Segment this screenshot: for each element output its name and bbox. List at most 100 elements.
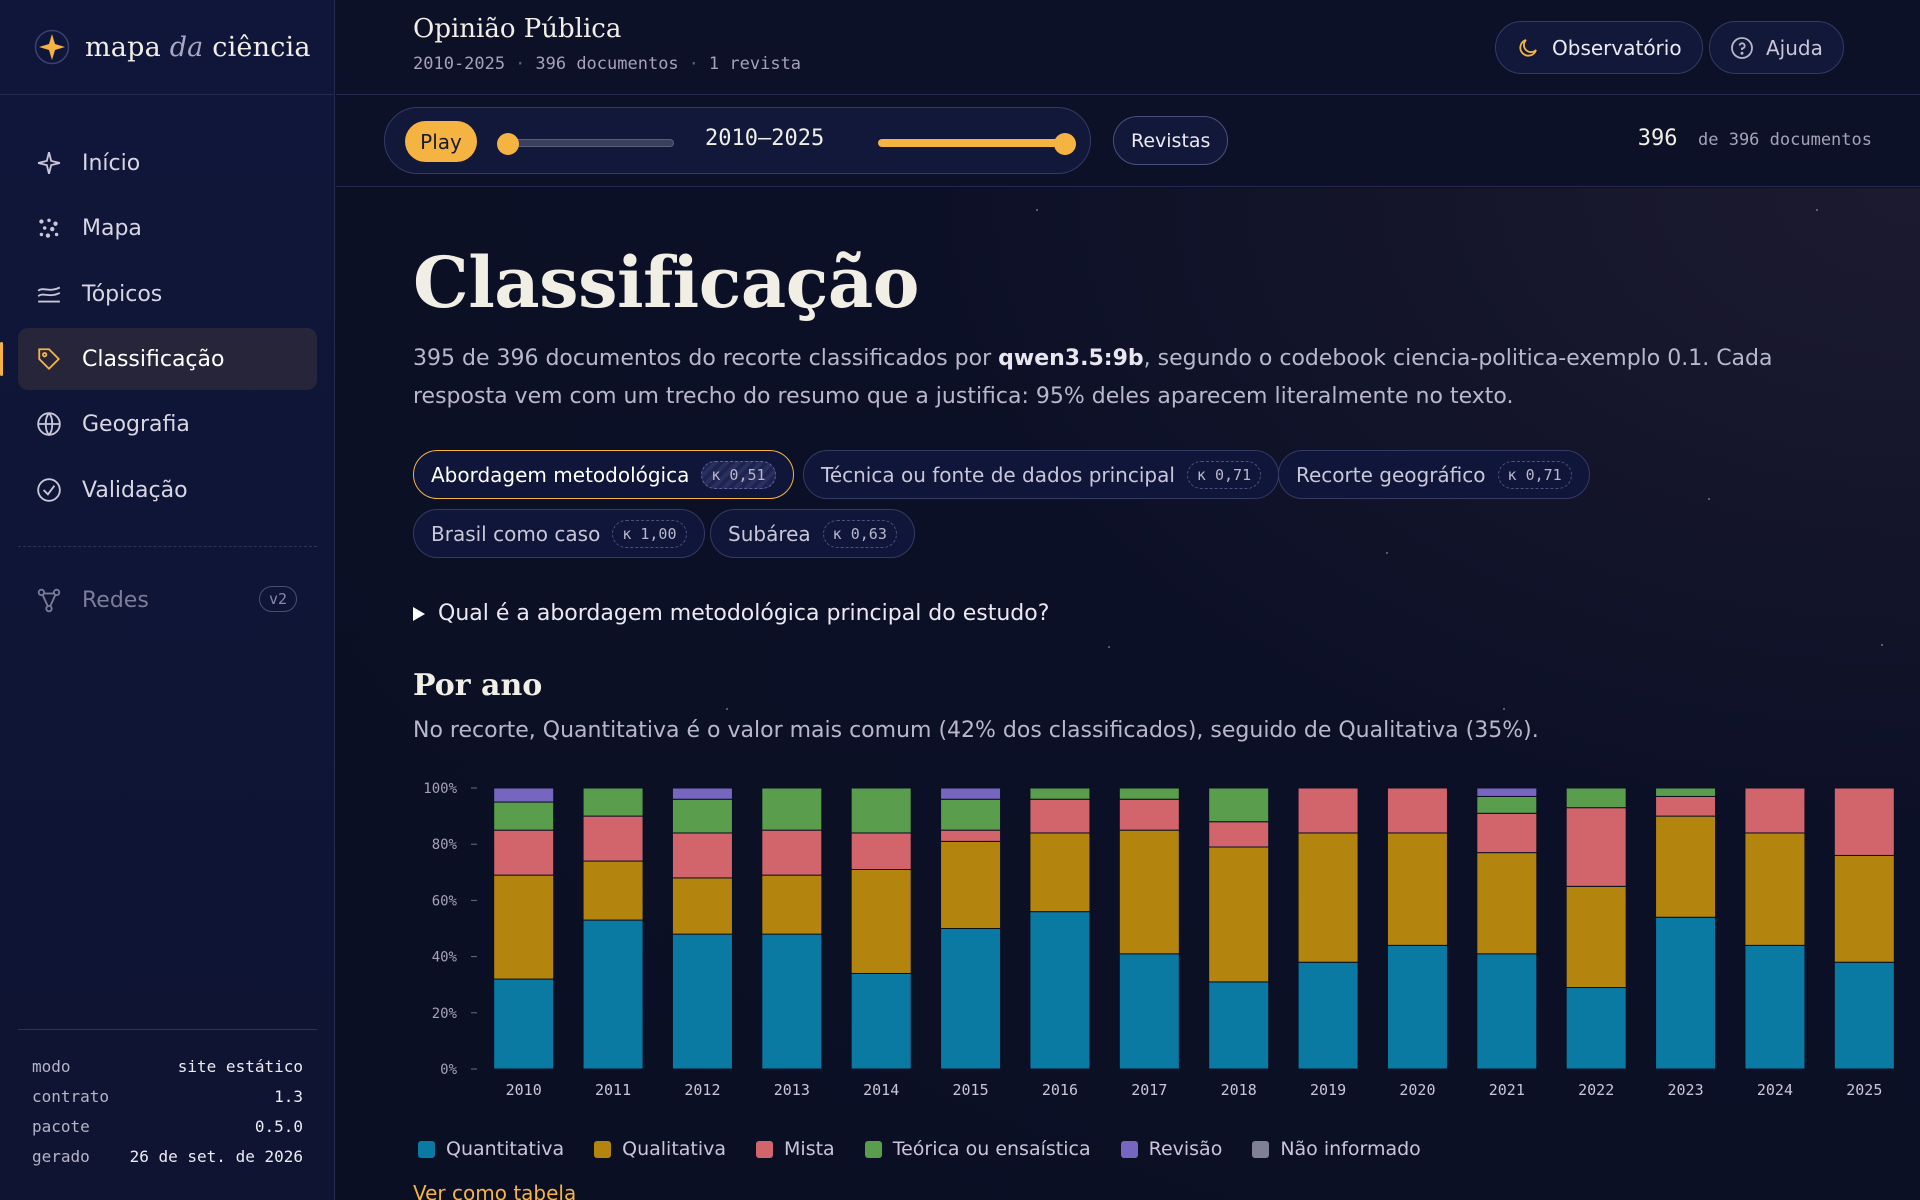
disclosure-triangle-icon — [413, 606, 425, 621]
kappa-badge: κ 1,00 — [612, 519, 687, 548]
chip-brasil-como-caso[interactable]: Brasil como caso κ 1,00 — [413, 509, 705, 558]
bar-segment — [671, 877, 733, 935]
bar-segment — [850, 868, 912, 974]
legend-swatch — [418, 1140, 435, 1158]
network-icon — [37, 588, 61, 613]
legend-label: Qualitativa — [622, 1138, 727, 1160]
sidebar-item-label: Geografia — [82, 411, 190, 437]
range-track-inactive[interactable] — [504, 139, 674, 147]
sidebar-divider — [18, 546, 317, 547]
bar-segment — [1565, 787, 1627, 809]
legend-swatch — [1120, 1140, 1138, 1158]
x-tick-label: 2011 — [595, 1081, 631, 1099]
check-circle-icon — [37, 478, 61, 502]
bar-segment — [1744, 944, 1806, 1070]
x-tick-label: 2020 — [1399, 1081, 1435, 1099]
meta-row: gerado 26 de set. de 2026 — [32, 1147, 303, 1166]
kappa-badge: κ 0,63 — [822, 519, 897, 548]
legend-swatch — [594, 1140, 612, 1158]
x-tick-label: 2021 — [1489, 1081, 1525, 1099]
bar-segment — [582, 815, 644, 862]
star-decoration — [1816, 209, 1818, 211]
y-tick-label: 100% — [423, 781, 457, 797]
legend-item: Revisão — [1120, 1138, 1222, 1160]
bar-segment — [1655, 787, 1717, 797]
bar-segment — [582, 919, 644, 1070]
y-tick-label: 0% — [440, 1062, 457, 1078]
x-tick-label: 2014 — [863, 1081, 899, 1099]
compass-star-icon — [34, 29, 70, 65]
bar-segment — [940, 798, 1002, 831]
range-end-handle[interactable] — [1054, 133, 1076, 155]
question-disclosure[interactable]: Qual é a abordagem metodológica principa… — [413, 601, 1049, 626]
bar-segment — [493, 787, 555, 803]
brand[interactable]: mapa da ciência — [0, 0, 334, 95]
bar-segment — [1029, 787, 1091, 800]
x-tick-label: 2025 — [1846, 1081, 1882, 1099]
bar-segment — [1655, 916, 1717, 1070]
range-start-handle[interactable] — [497, 133, 519, 155]
sidebar-item-mapa[interactable]: Mapa — [18, 197, 317, 259]
bar-segment — [493, 801, 555, 831]
range-track-active[interactable] — [878, 139, 1066, 147]
sidebar-item-validacao[interactable]: Validação — [18, 459, 317, 521]
chip-tecnica-fonte-dados[interactable]: Técnica ou fonte de dados principal κ 0,7… — [803, 450, 1280, 499]
sidebar: mapa da ciência Início Mapa Tópicos Clas… — [0, 0, 335, 1200]
bar-segment — [671, 832, 733, 879]
legend-swatch — [1252, 1140, 1270, 1158]
y-tick-label: 20% — [432, 1006, 458, 1022]
sparkle-icon — [37, 151, 61, 175]
bar-segment — [582, 787, 644, 817]
y-tick-label: 80% — [432, 837, 458, 853]
moon-icon — [1519, 38, 1537, 57]
chip-subarea[interactable]: Subárea κ 0,63 — [710, 509, 915, 558]
journal-title: Opinião Pública — [413, 14, 622, 44]
chip-abordagem-metodologica[interactable]: Abordagem metodológica κ 0,51 — [413, 450, 794, 499]
kappa-badge: κ 0,51 — [701, 460, 776, 489]
play-button[interactable]: Play — [405, 121, 477, 162]
section-summary: No recorte, Quantitativa é o valor mais … — [413, 718, 1539, 743]
x-tick-label: 2017 — [1131, 1081, 1167, 1099]
bar-segment — [1476, 852, 1538, 955]
help-button[interactable]: Ajuda — [1709, 21, 1844, 74]
chip-recorte-geografico[interactable]: Recorte geográfico κ 0,71 — [1278, 450, 1590, 499]
star-decoration — [1386, 552, 1388, 554]
x-tick-label: 2022 — [1578, 1081, 1614, 1099]
sidebar-item-label: Redes — [82, 587, 149, 613]
x-tick-label: 2024 — [1757, 1081, 1793, 1099]
bar-segment — [493, 874, 555, 980]
bar-segment — [850, 832, 912, 870]
bar-segment — [1476, 953, 1538, 1070]
range-label: 2010–2025 — [705, 126, 825, 151]
view-as-table-link[interactable]: Ver como tabela — [413, 1181, 576, 1200]
x-tick-label: 2023 — [1668, 1081, 1704, 1099]
sidebar-item-classificacao[interactable]: Classificação — [0, 328, 317, 390]
star-decoration — [1708, 498, 1710, 500]
legend-item: Não informado — [1252, 1138, 1421, 1160]
bar-segment — [671, 787, 733, 800]
section-title: Por ano — [413, 668, 543, 703]
toolbar: Play 2010–2025 Revistas 396 de 396 docum… — [336, 96, 1920, 187]
bar-segment — [940, 787, 1002, 800]
bar-segment — [1118, 787, 1180, 800]
star-decoration — [1108, 646, 1110, 648]
layers-icon — [37, 286, 61, 303]
intro-text: 395 de 396 documentos do recorte classif… — [413, 346, 1773, 409]
sidebar-item-topicos[interactable]: Tópicos — [18, 263, 317, 325]
legend-label: Quantitativa — [446, 1138, 565, 1160]
meta-row: contrato 1.3 — [32, 1087, 303, 1106]
stacked-bar-chart: 0% 20% 40% 60% 80% 100% 2010 2011 2012 2013 2014 20… — [423, 781, 1895, 1099]
model-name: qwen3.5:9b — [998, 346, 1144, 371]
legend-swatch — [756, 1140, 774, 1158]
bar-segment — [1476, 795, 1538, 814]
top-header: Opinião Pública 2010-2025 · 396 documentos… — [336, 0, 1920, 95]
bar-segment — [1029, 798, 1091, 834]
sidebar-item-inicio[interactable]: Início — [18, 132, 317, 194]
observatorio-button[interactable]: Observatório — [1495, 21, 1703, 74]
brand-title: mapa da ciência — [85, 31, 311, 63]
bar-segment — [1744, 787, 1806, 834]
sidebar-item-geografia[interactable]: Geografia — [18, 393, 317, 455]
legend-label: Não informado — [1280, 1138, 1421, 1160]
y-tick-label: 40% — [432, 950, 458, 966]
revistas-button[interactable]: Revistas — [1113, 116, 1229, 165]
